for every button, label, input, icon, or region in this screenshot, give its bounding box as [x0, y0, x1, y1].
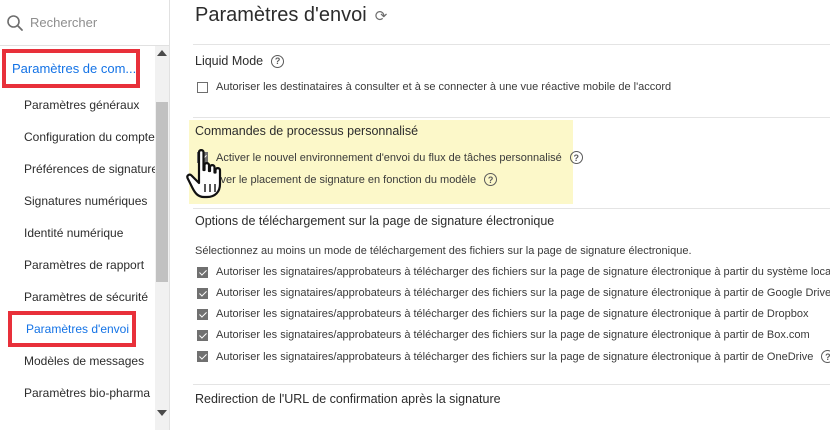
sidebar-item-digital-identity[interactable]: Identité numérique	[0, 218, 155, 248]
help-icon[interactable]: ?	[271, 54, 285, 68]
sidebar-item-report-settings[interactable]: Paramètres de rapport	[0, 250, 155, 280]
search-box[interactable]: Rechercher	[0, 0, 170, 46]
page-title: Paramètres d'envoi	[195, 4, 367, 26]
checkbox-checked[interactable]	[197, 351, 208, 362]
help-icon[interactable]: ?	[484, 173, 498, 186]
sidebar-item-account-setup[interactable]: Configuration du compte	[0, 122, 155, 152]
sidebar-item-security-settings[interactable]: Paramètres de sécurité	[0, 282, 155, 312]
checkbox[interactable]	[197, 81, 208, 93]
divider	[193, 384, 830, 385]
upload-option-box[interactable]: Autoriser les signataires/approbateurs à…	[197, 329, 810, 341]
option-label: Autoriser les signataires/approbateurs à…	[216, 287, 830, 299]
section-upload-options: Options de téléchargement sur la page de…	[195, 214, 554, 228]
section-redirect: Redirection de l'URL de confirmation apr…	[195, 392, 501, 406]
sidebar-item-message-templates[interactable]: Modèles de messages	[0, 346, 155, 376]
checkbox-checked[interactable]	[197, 329, 208, 341]
checkbox-checked[interactable]	[197, 266, 208, 278]
workflow-option-new-send[interactable]: Activer le nouvel environnement d'envoi …	[197, 151, 583, 164]
liquid-mode-option[interactable]: Autoriser les destinataires à consulter …	[197, 81, 671, 93]
section-title: Options de téléchargement sur la page de…	[195, 214, 555, 228]
workflow-option-template-placement[interactable]: tiver le placement de signature en fonct…	[215, 173, 498, 186]
divider	[193, 117, 830, 118]
sidebar-item-digital-signatures[interactable]: Signatures numériques	[0, 186, 155, 216]
help-icon[interactable]: ?	[821, 350, 830, 363]
scrollbar-thumb[interactable]	[156, 102, 168, 282]
sidebar-item-general-settings[interactable]: Paramètres généraux	[0, 90, 155, 120]
upload-option-google-drive[interactable]: Autoriser les signataires/approbateurs à…	[197, 287, 830, 299]
sidebar-item-bio-pharma-settings[interactable]: Paramètres bio-pharma	[0, 378, 155, 408]
main-content: Paramètres d'envoi ⟳ Liquid Mode ? Autor…	[171, 0, 830, 430]
option-label: Activer le nouvel environnement d'envoi …	[216, 151, 562, 164]
upload-option-local[interactable]: Autoriser les signataires/approbateurs à…	[197, 266, 830, 278]
upload-option-dropbox[interactable]: Autoriser les signataires/approbateurs à…	[197, 308, 809, 320]
sidebar-group-send-settings[interactable]: Paramètres de com...	[2, 49, 140, 88]
option-label: tiver le placement de signature en fonct…	[215, 173, 477, 186]
scroll-up-arrow-icon[interactable]	[157, 50, 167, 56]
sidebar-group-label: Paramètres de com...	[12, 61, 137, 76]
option-label: Autoriser les signataires/approbateurs à…	[216, 350, 814, 363]
sidebar-scrollbar[interactable]	[155, 46, 169, 430]
section-liquid-mode: Liquid Mode ?	[195, 54, 285, 68]
section-custom-workflow: Commandes de processus personnalisé	[195, 124, 418, 138]
section-title: Liquid Mode	[195, 54, 264, 68]
search-icon	[7, 14, 23, 31]
divider	[193, 44, 830, 45]
help-icon[interactable]: ?	[569, 151, 583, 164]
section-title: Commandes de processus personnalisé	[195, 124, 419, 138]
option-label: Autoriser les signataires/approbateurs à…	[216, 329, 810, 341]
hand-pointer-cursor-icon	[186, 149, 222, 199]
checkbox-checked[interactable]	[197, 308, 208, 320]
search-placeholder[interactable]: Rechercher	[30, 15, 97, 30]
upload-option-onedrive[interactable]: Autoriser les signataires/approbateurs à…	[197, 350, 830, 363]
option-label: Autoriser les signataires/approbateurs à…	[216, 308, 809, 320]
section-title: Redirection de l'URL de confirmation apr…	[195, 392, 501, 406]
scroll-down-arrow-icon[interactable]	[157, 410, 167, 416]
sidebar-item-signature-preferences[interactable]: Préférences de signature	[0, 154, 158, 184]
sidebar: Rechercher Paramètres de com... Paramètr…	[0, 0, 170, 430]
sidebar-item-send-settings[interactable]: Paramètres d'envoi	[8, 311, 136, 347]
refresh-icon[interactable]: ⟳	[375, 7, 388, 25]
option-label: Autoriser les destinataires à consulter …	[216, 81, 672, 93]
option-label: Autoriser les signataires/approbateurs à…	[216, 266, 830, 278]
page-title-row: Paramètres d'envoi ⟳	[195, 4, 387, 27]
checkbox-checked[interactable]	[197, 287, 208, 299]
divider	[193, 208, 830, 209]
upload-description: Sélectionnez au moins un mode de télécha…	[195, 245, 692, 257]
